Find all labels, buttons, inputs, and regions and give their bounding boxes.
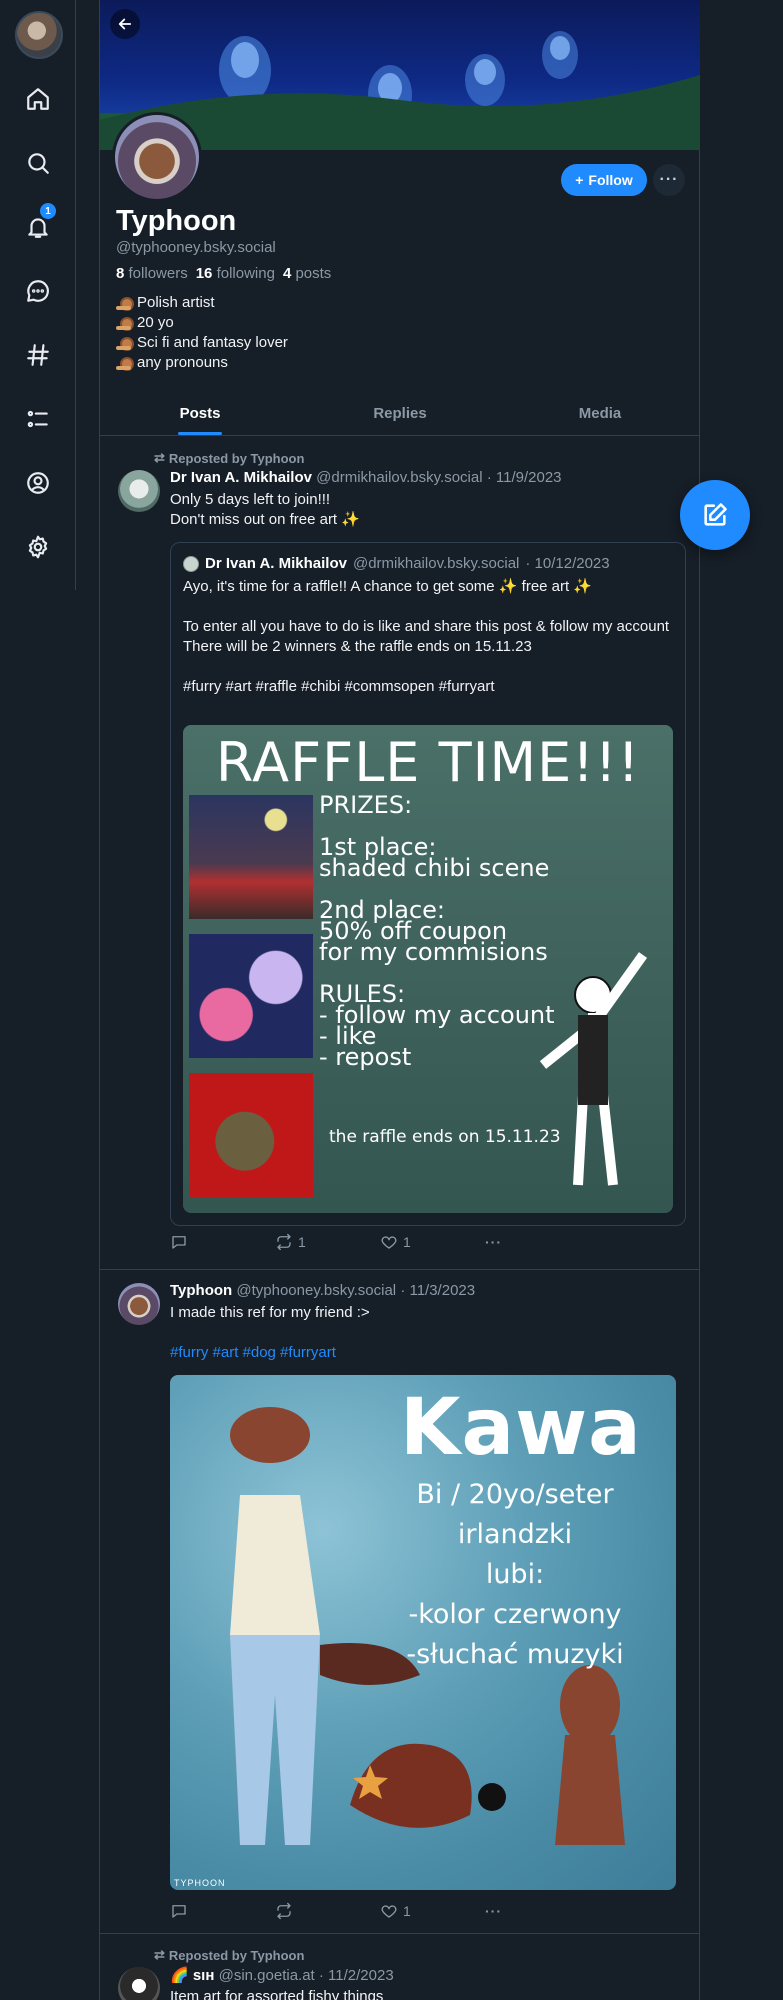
kawa-title: Kawa [400, 1383, 642, 1473]
quoted-post[interactable]: Dr Ivan A. Mikhailov @drmikhailov.bsky.so… [170, 542, 686, 1226]
tab-posts[interactable]: Posts [100, 392, 300, 435]
repost-icon [277, 1233, 291, 1251]
raffle-image[interactable]: RAFFLE TIME!!! PRIZES: 1st place: shaded… [183, 725, 673, 1213]
tab-media[interactable]: Media [500, 392, 700, 435]
tab-replies[interactable]: Replies [300, 392, 500, 435]
main-column: + Follow ··· Typhoon @typhooney.bsky.soc… [99, 0, 700, 2000]
notification-badge: 1 [40, 203, 56, 219]
compose-button[interactable] [680, 480, 750, 550]
feed-post[interactable]: ⇄ Reposted by Typhoon 🌈 sıн @sin.goetia.… [100, 1934, 700, 2000]
snail-icon [116, 336, 134, 351]
snail-icon [116, 316, 134, 331]
like-button[interactable]: 1 [380, 1233, 485, 1251]
reply-icon [172, 1236, 186, 1249]
raffle-body: PRIZES: 1st place: shaded chibi scene 2n… [319, 791, 555, 1071]
quote-avatar [183, 555, 199, 572]
search-icon[interactable] [18, 143, 58, 183]
snail-icon [116, 296, 134, 311]
quote-text: Ayo, it's time for a raffle!! A chance t… [183, 578, 670, 695]
reply-button[interactable] [170, 1902, 275, 1920]
repost-button[interactable] [275, 1902, 380, 1920]
profile-handle: @typhooney.bsky.social [116, 239, 276, 256]
back-button[interactable] [110, 9, 140, 39]
post-menu-button[interactable]: ··· [485, 1902, 590, 1920]
following-link[interactable]: 16 following [196, 265, 275, 282]
repost-icon [277, 1902, 291, 1920]
gear-icon[interactable] [18, 527, 58, 567]
ellipsis-icon: ··· [485, 1903, 502, 1919]
profile-avatar[interactable] [112, 112, 202, 202]
feed-post[interactable]: Typhoon @typhooney.bsky.social · 11/3/20… [100, 1270, 700, 1934]
arrow-left-icon [118, 18, 132, 30]
compose-icon [704, 503, 727, 526]
prize-thumbnail [189, 795, 313, 919]
repost-button[interactable]: 1 [275, 1233, 380, 1251]
post-header: Typhoon @typhooney.bsky.social · 11/3/20… [170, 1282, 476, 1299]
post-avatar[interactable] [118, 1967, 160, 2000]
profile-tabs: Posts Replies Media [100, 392, 700, 436]
repost-icon: ⇄ [154, 1947, 165, 1962]
more-options-button[interactable]: ··· [653, 164, 685, 196]
heart-icon [381, 1236, 397, 1249]
post-header: Dr Ivan A. Mikhailov @drmikhailov.bsky.s… [170, 469, 562, 486]
repost-indicator: ⇄ Reposted by Typhoon [154, 1947, 305, 1963]
post-avatar[interactable] [118, 1283, 160, 1325]
snail-icon [116, 356, 134, 371]
ellipsis-icon: ··· [485, 1234, 502, 1250]
home-icon[interactable] [18, 79, 58, 119]
kawa-details: Bi / 20yo/seter irlandzki lubi: -kolor c… [406, 1479, 624, 1670]
profile-stats: 8 followers 16 following 4 posts [116, 265, 331, 282]
character-drawing [539, 952, 648, 1186]
follow-button[interactable]: + Follow [561, 164, 647, 196]
artist-signature: TYPHOON [174, 1878, 226, 1888]
followers-link[interactable]: 8 followers [116, 265, 188, 282]
prize-thumbnail [189, 1073, 313, 1197]
my-avatar[interactable] [15, 11, 63, 59]
post-menu-button[interactable]: ··· [485, 1233, 590, 1251]
post-hashtags[interactable]: #furry #art #dog #furryart [170, 1343, 336, 1363]
hash-icon[interactable] [18, 335, 58, 375]
like-button[interactable]: 1 [380, 1902, 485, 1920]
repost-indicator: ⇄ Reposted by Typhoon [154, 450, 305, 466]
plus-icon: + [575, 172, 584, 188]
repost-icon: ⇄ [154, 450, 165, 465]
quote-header: Dr Ivan A. Mikhailov @drmikhailov.bsky.so… [183, 555, 610, 572]
post-actions: 1 1 ··· [170, 1233, 590, 1251]
heart-icon [381, 1905, 397, 1918]
display-name: Typhoon [116, 205, 237, 237]
bell-icon[interactable]: 1 [18, 203, 58, 247]
feed-post[interactable]: ⇄ Reposted by Typhoon Dr Ivan A. Mikhail… [100, 437, 700, 1270]
post-text: Only 5 days left to join!!! Don't miss o… [170, 491, 360, 528]
list-icon[interactable] [18, 399, 58, 439]
prize-thumbnail [189, 934, 313, 1058]
post-actions: 1 ··· [170, 1902, 590, 1920]
posts-count: 4 posts [282, 265, 332, 282]
reply-button[interactable] [170, 1233, 275, 1251]
post-avatar[interactable] [118, 470, 160, 512]
chat-icon[interactable] [18, 271, 58, 311]
raffle-title: RAFFLE TIME!!! [215, 731, 641, 794]
profile-bio: Polish artist 20 yo Sci fi and fantasy l… [116, 293, 288, 373]
post-text: Item art for assorted fishy things [170, 1988, 384, 2000]
reply-icon [172, 1905, 186, 1918]
reference-sheet-image[interactable]: Kawa Bi / 20yo/seter irlandzki lubi: -ko… [170, 1375, 676, 1890]
nav-rail: 1 [0, 0, 76, 590]
post-header: 🌈 sıн @sin.goetia.at · 11/2/2023 [170, 1967, 394, 1984]
post-text: I made this ref for my friend :> [170, 1304, 370, 1321]
profile-icon[interactable] [18, 463, 58, 503]
